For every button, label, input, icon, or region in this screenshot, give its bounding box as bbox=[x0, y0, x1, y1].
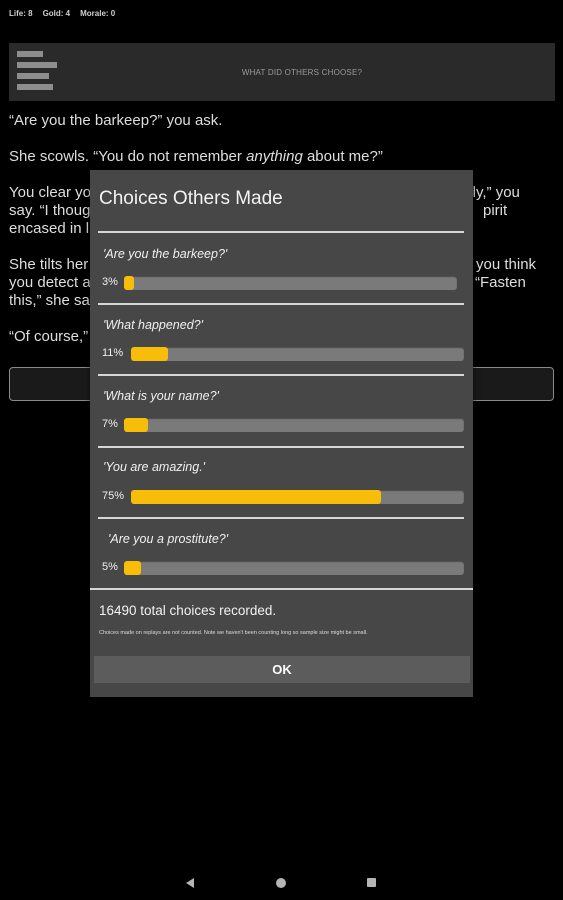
system-nav-bar bbox=[0, 868, 563, 900]
choice-bar-fill bbox=[124, 418, 148, 432]
story-paragraph: “Are you the barkeep?” you ask. bbox=[9, 112, 223, 129]
choice-bar-fill bbox=[131, 347, 168, 361]
choice-bar bbox=[124, 561, 464, 575]
ok-button[interactable]: OK bbox=[94, 656, 470, 683]
choice-bar-fill bbox=[124, 561, 141, 575]
choice-bar bbox=[124, 418, 464, 432]
choice-label: 'What is your name?' bbox=[103, 389, 219, 403]
divider bbox=[90, 588, 473, 590]
choice-bar-fill bbox=[131, 490, 381, 504]
stats-bar: Life: 8 Gold: 4 Morale: 0 bbox=[9, 9, 115, 18]
choice-label: 'Are you the barkeep?' bbox=[103, 247, 228, 261]
gold-stat: Gold: 4 bbox=[42, 9, 71, 18]
choice-percent: 75% bbox=[102, 490, 125, 502]
page-title: WHAT DID OTHERS CHOOSE? bbox=[241, 68, 363, 77]
choice-label: 'You are amazing.' bbox=[103, 460, 206, 474]
choice-bar bbox=[131, 347, 464, 361]
choice-percent: 3% bbox=[102, 276, 118, 288]
recents-square-icon[interactable] bbox=[367, 878, 376, 887]
choice-bar bbox=[131, 490, 464, 504]
choice-bar bbox=[124, 276, 457, 290]
life-stat: Life: 8 bbox=[9, 9, 33, 18]
choice-label: 'Are you a prostitute?' bbox=[108, 532, 229, 546]
choice-percent: 7% bbox=[102, 418, 118, 430]
divider bbox=[98, 303, 464, 305]
back-triangle-icon[interactable] bbox=[186, 878, 194, 888]
choice-percent: 11% bbox=[102, 347, 124, 359]
divider bbox=[98, 374, 464, 376]
morale-stat: Morale: 0 bbox=[80, 9, 116, 18]
choice-percent: 5% bbox=[102, 561, 118, 573]
choice-label: 'What happened?' bbox=[103, 318, 203, 332]
choice-bar-fill bbox=[124, 276, 134, 290]
top-bar: WHAT DID OTHERS CHOOSE? bbox=[9, 43, 555, 101]
dialog-title: Choices Others Made bbox=[99, 188, 283, 209]
divider bbox=[98, 517, 464, 519]
divider bbox=[98, 231, 464, 233]
divider bbox=[98, 446, 464, 448]
total-choices: 16490 total choices recorded. bbox=[99, 603, 277, 618]
story-paragraph: She scowls. “You do not remember anythin… bbox=[9, 148, 383, 165]
home-circle-icon[interactable] bbox=[276, 878, 286, 888]
choices-note: Choices made on replays are not counted.… bbox=[99, 630, 368, 636]
